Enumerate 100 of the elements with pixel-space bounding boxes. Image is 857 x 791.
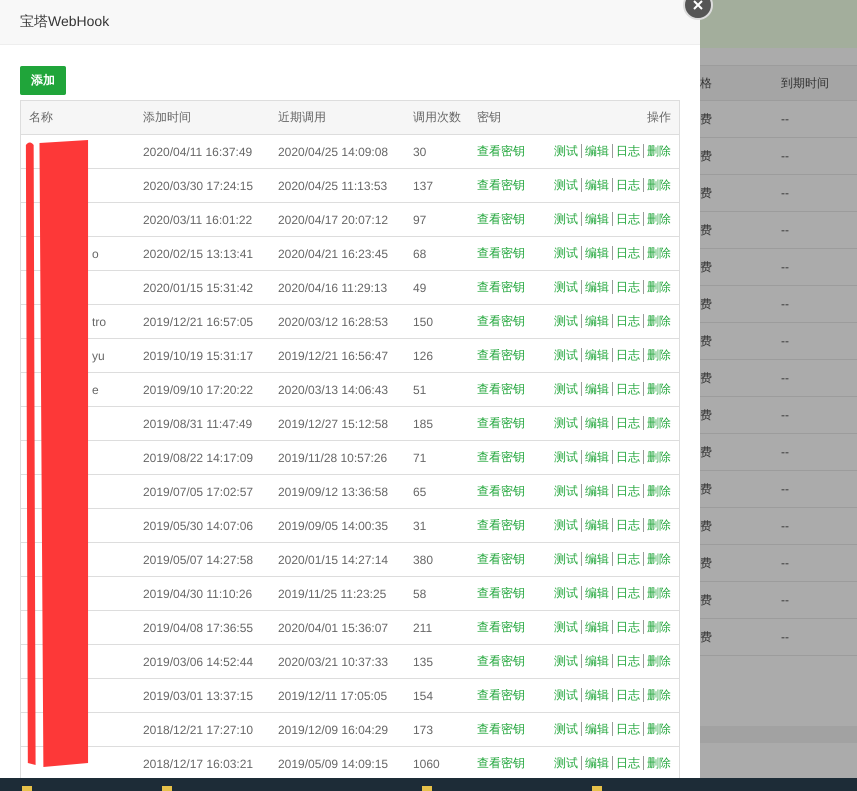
action-link[interactable]: 日志 (612, 314, 640, 328)
view-key-link[interactable]: 查看密钥 (477, 552, 525, 566)
action-link[interactable]: 日志 (612, 586, 640, 600)
action-link[interactable]: 编辑 (581, 688, 609, 702)
view-key-link[interactable]: 查看密钥 (477, 620, 525, 634)
action-link[interactable]: 删除 (643, 722, 671, 736)
action-link[interactable]: 编辑 (581, 518, 609, 532)
action-link[interactable]: 测试 (554, 688, 578, 702)
action-link[interactable]: 日志 (612, 212, 640, 226)
view-key-link[interactable]: 查看密钥 (477, 382, 525, 396)
action-link[interactable]: 日志 (612, 688, 640, 702)
view-key-link[interactable]: 查看密钥 (477, 178, 525, 192)
action-link[interactable]: 删除 (643, 654, 671, 668)
view-key-link[interactable]: 查看密钥 (477, 450, 525, 464)
action-link[interactable]: 删除 (643, 314, 671, 328)
action-link[interactable]: 日志 (612, 620, 640, 634)
view-key-link[interactable]: 查看密钥 (477, 416, 525, 430)
action-link[interactable]: 删除 (643, 620, 671, 634)
action-link[interactable]: 删除 (643, 246, 671, 260)
action-link[interactable]: 删除 (643, 688, 671, 702)
folder-icon[interactable] (422, 786, 432, 791)
action-link[interactable]: 日志 (612, 178, 640, 192)
view-key-link[interactable]: 查看密钥 (477, 756, 525, 770)
action-link[interactable]: 编辑 (581, 178, 609, 192)
view-key-link[interactable]: 查看密钥 (477, 314, 525, 328)
action-link[interactable]: 日志 (612, 722, 640, 736)
action-link[interactable]: 日志 (612, 416, 640, 430)
view-key-link[interactable]: 查看密钥 (477, 348, 525, 362)
action-link[interactable]: 测试 (554, 484, 578, 498)
view-key-link[interactable]: 查看密钥 (477, 722, 525, 736)
view-key-link[interactable]: 查看密钥 (477, 280, 525, 294)
view-key-link[interactable]: 查看密钥 (477, 518, 525, 532)
folder-icon[interactable] (162, 786, 172, 791)
action-link[interactable]: 删除 (643, 348, 671, 362)
action-link[interactable]: 测试 (554, 756, 578, 770)
action-link[interactable]: 编辑 (581, 484, 609, 498)
action-link[interactable]: 删除 (643, 586, 671, 600)
action-link[interactable]: 测试 (554, 586, 578, 600)
action-link[interactable]: 日志 (612, 756, 640, 770)
action-link[interactable]: 测试 (554, 246, 578, 260)
action-link[interactable]: 日志 (612, 144, 640, 158)
action-link[interactable]: 测试 (554, 382, 578, 396)
action-link[interactable]: 编辑 (581, 620, 609, 634)
action-link[interactable]: 测试 (554, 450, 578, 464)
action-link[interactable]: 日志 (612, 246, 640, 260)
view-key-link[interactable]: 查看密钥 (477, 144, 525, 158)
view-key-link[interactable]: 查看密钥 (477, 654, 525, 668)
action-link[interactable]: 日志 (612, 348, 640, 362)
action-link[interactable]: 日志 (612, 382, 640, 396)
action-link[interactable]: 编辑 (581, 348, 609, 362)
action-link[interactable]: 删除 (643, 484, 671, 498)
action-link[interactable]: 删除 (643, 212, 671, 226)
add-button[interactable]: 添加 (20, 66, 66, 95)
action-link[interactable]: 日志 (612, 450, 640, 464)
action-link[interactable]: 测试 (554, 552, 578, 566)
view-key-link[interactable]: 查看密钥 (477, 484, 525, 498)
action-link[interactable]: 日志 (612, 484, 640, 498)
action-link[interactable]: 删除 (643, 552, 671, 566)
action-link[interactable]: 编辑 (581, 654, 609, 668)
action-link[interactable]: 删除 (643, 518, 671, 532)
action-link[interactable]: 编辑 (581, 212, 609, 226)
action-link[interactable]: 测试 (554, 314, 578, 328)
action-link[interactable]: 删除 (643, 178, 671, 192)
action-link[interactable]: 编辑 (581, 280, 609, 294)
view-key-link[interactable]: 查看密钥 (477, 212, 525, 226)
action-link[interactable]: 日志 (612, 654, 640, 668)
action-link[interactable]: 日志 (612, 280, 640, 294)
action-link[interactable]: 删除 (643, 450, 671, 464)
action-link[interactable]: 编辑 (581, 314, 609, 328)
action-link[interactable]: 编辑 (581, 246, 609, 260)
action-link[interactable]: 测试 (554, 280, 578, 294)
action-link[interactable]: 编辑 (581, 144, 609, 158)
action-link[interactable]: 编辑 (581, 552, 609, 566)
action-link[interactable]: 测试 (554, 144, 578, 158)
action-link[interactable]: 删除 (643, 144, 671, 158)
action-link[interactable]: 编辑 (581, 382, 609, 396)
action-link[interactable]: 测试 (554, 722, 578, 736)
action-link[interactable]: 编辑 (581, 586, 609, 600)
action-link[interactable]: 测试 (554, 518, 578, 532)
action-link[interactable]: 删除 (643, 382, 671, 396)
view-key-link[interactable]: 查看密钥 (477, 688, 525, 702)
view-key-link[interactable]: 查看密钥 (477, 586, 525, 600)
action-link[interactable]: 测试 (554, 178, 578, 192)
action-link[interactable]: 编辑 (581, 756, 609, 770)
action-link[interactable]: 删除 (643, 756, 671, 770)
action-link[interactable]: 日志 (612, 552, 640, 566)
action-link[interactable]: 日志 (612, 518, 640, 532)
view-key-link[interactable]: 查看密钥 (477, 246, 525, 260)
folder-icon[interactable] (592, 786, 602, 791)
folder-icon[interactable] (22, 786, 32, 791)
action-link[interactable]: 编辑 (581, 722, 609, 736)
action-link[interactable]: 测试 (554, 654, 578, 668)
action-link[interactable]: 测试 (554, 348, 578, 362)
action-link[interactable]: 删除 (643, 280, 671, 294)
action-link[interactable]: 删除 (643, 416, 671, 430)
action-link[interactable]: 测试 (554, 620, 578, 634)
action-link[interactable]: 编辑 (581, 416, 609, 430)
action-link[interactable]: 测试 (554, 416, 578, 430)
action-link[interactable]: 测试 (554, 212, 578, 226)
action-link[interactable]: 编辑 (581, 450, 609, 464)
